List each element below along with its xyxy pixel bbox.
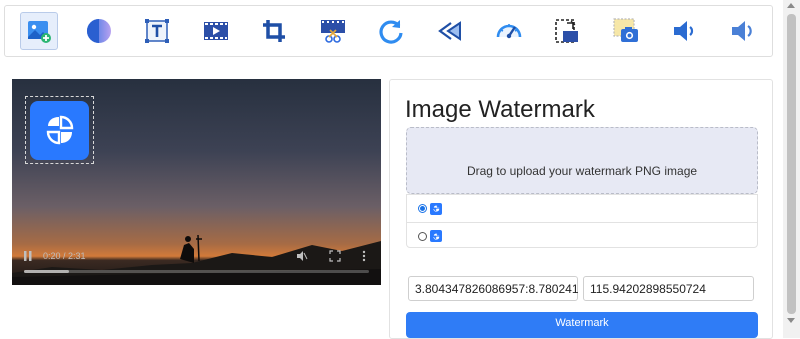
snapshot-icon — [613, 18, 638, 42]
filter-tool-button[interactable] — [80, 12, 118, 50]
video-progress-bar[interactable] — [24, 270, 369, 273]
snapshot-tool-button[interactable] — [607, 12, 645, 50]
volume-down-icon — [674, 21, 694, 41]
watermark-panel: Image Watermark Drag to upload your wate… — [389, 79, 773, 339]
rotate-tool-button[interactable] — [372, 12, 410, 50]
add-image-tool-button[interactable] — [20, 12, 58, 50]
watermark-logo — [30, 100, 89, 160]
watermark-position-input[interactable]: 3.804347826086957:8.780241 — [408, 276, 579, 301]
watermark-list — [406, 194, 758, 248]
more-options-icon[interactable] — [362, 250, 366, 262]
film-icon — [204, 22, 228, 40]
watermark-option-1[interactable] — [407, 195, 757, 222]
cut-video-icon — [321, 20, 345, 43]
video-time: 0:20 / 2:31 — [43, 251, 86, 261]
cut-video-tool-button[interactable] — [314, 12, 352, 50]
rotate-icon — [379, 20, 403, 44]
speed-tool-button[interactable] — [490, 12, 528, 50]
scrollbar-thumb[interactable] — [787, 14, 796, 314]
video-progress-fill — [24, 270, 69, 273]
text-icon — [145, 19, 169, 43]
rewind-tool-button[interactable] — [431, 12, 469, 50]
logo-icon — [432, 233, 439, 240]
watermark-overlay[interactable] — [25, 96, 94, 164]
watermark-thumbnail-1 — [430, 202, 442, 215]
resize-tool-button[interactable] — [548, 12, 586, 50]
toolbar — [4, 5, 773, 57]
volume-up-tool-button[interactable] — [723, 12, 761, 50]
watermark-radio-1[interactable] — [418, 204, 427, 213]
text-tool-button[interactable] — [138, 12, 176, 50]
watermark-radio-2[interactable] — [418, 231, 427, 241]
watermark-size-input[interactable]: 115.94202898550724 — [583, 276, 754, 301]
logo-icon — [46, 115, 73, 145]
speedometer-icon — [496, 24, 522, 39]
video-player[interactable]: 0:20 / 2:31 — [12, 79, 381, 285]
volume-up-icon — [732, 21, 752, 41]
video-controls: 0:20 / 2:31 — [12, 249, 381, 265]
fullscreen-icon[interactable] — [329, 250, 341, 262]
watermark-option-2[interactable] — [407, 222, 757, 249]
panel-title: Image Watermark — [405, 96, 595, 123]
dropzone-text: Drag to upload your watermark PNG image — [466, 164, 698, 178]
page-scrollbar[interactable] — [783, 0, 800, 338]
add-image-icon — [28, 21, 51, 43]
watermark-button[interactable]: Watermark — [406, 312, 758, 338]
crop-icon — [263, 20, 285, 42]
resize-icon — [555, 19, 578, 43]
scroll-up-arrow-icon[interactable] — [787, 3, 795, 8]
mute-icon[interactable] — [296, 250, 308, 262]
rewind-icon — [438, 21, 461, 41]
film-tool-button[interactable] — [197, 12, 235, 50]
filter-icon — [87, 19, 111, 43]
crop-tool-button[interactable] — [255, 12, 293, 50]
volume-down-tool-button[interactable] — [665, 12, 703, 50]
scroll-down-arrow-icon[interactable] — [787, 318, 795, 323]
pause-icon[interactable] — [24, 251, 32, 261]
logo-icon — [432, 205, 439, 212]
watermark-thumbnail-2 — [430, 230, 442, 242]
watermark-upload-dropzone[interactable]: Drag to upload your watermark PNG image — [406, 127, 758, 194]
